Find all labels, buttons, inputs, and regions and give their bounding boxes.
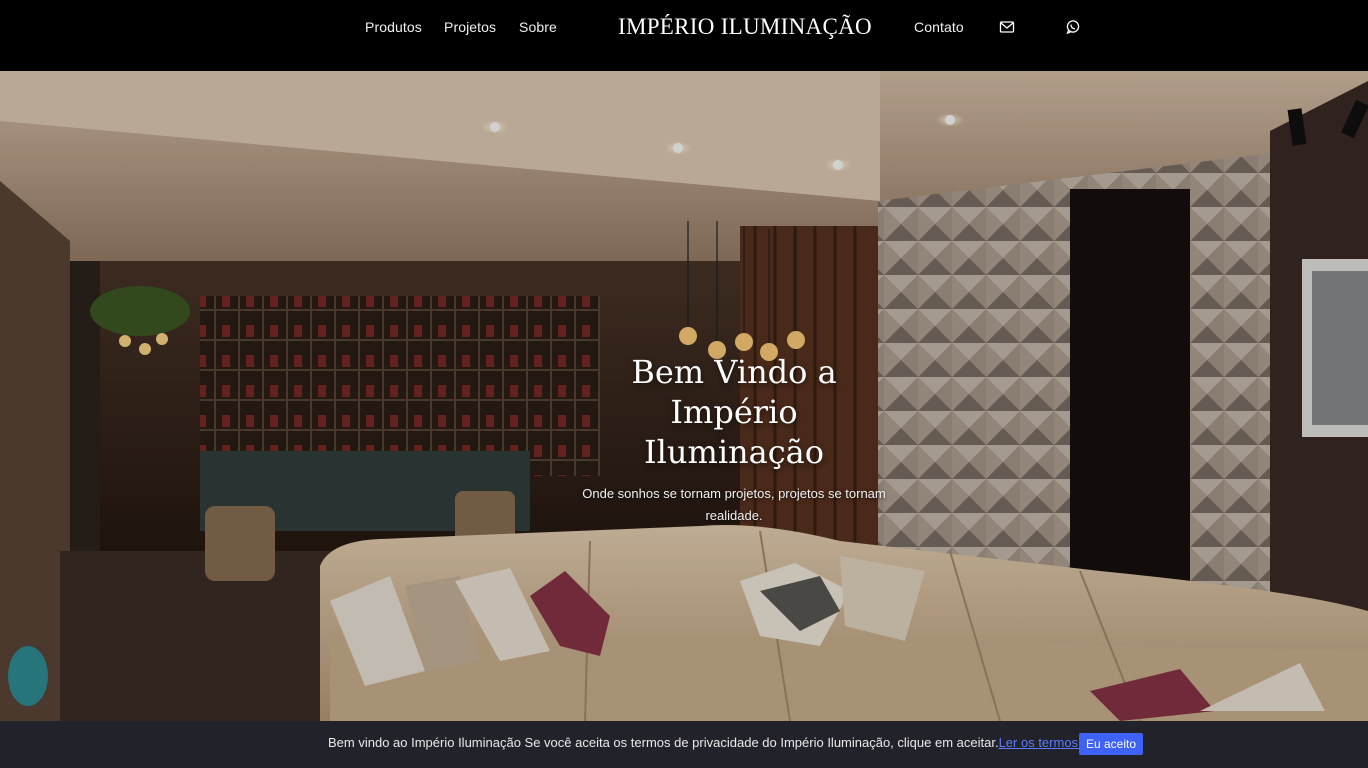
cookie-accept-button[interactable]: Eu aceito: [1079, 733, 1144, 755]
site-header: Produtos Projetos Sobre IMPÉRIO ILUMINAÇ…: [0, 0, 1368, 72]
cookie-message-wrapper: Bem vindo ao Império Iluminação Se você …: [328, 735, 1082, 750]
hero-title-line-2: Império: [670, 393, 798, 431]
hero-title-line-1: Bem Vindo a: [631, 353, 837, 391]
cookie-message: Bem vindo ao Império Iluminação Se você …: [328, 735, 999, 750]
nav-contato[interactable]: Contato: [914, 19, 964, 35]
whatsapp-icon[interactable]: [1065, 19, 1081, 35]
nav-produtos[interactable]: Produtos: [365, 19, 422, 35]
brand-logo[interactable]: IMPÉRIO ILUMINAÇÃO: [618, 14, 872, 40]
cookie-terms-link[interactable]: Ler os termos.: [999, 735, 1082, 750]
nav-projetos[interactable]: Projetos: [444, 19, 496, 35]
cookie-consent-bar: Bem vindo ao Império Iluminação Se você …: [0, 721, 1368, 768]
hero-title-line-3: Iluminação: [643, 433, 824, 471]
hero-title: Bem Vindo a Império Iluminação: [584, 352, 884, 472]
hero-subtitle: Onde sonhos se tornam projetos, projetos…: [582, 486, 886, 523]
hero-banner: Bem Vindo a Império Iluminação Onde sonh…: [0, 71, 1368, 721]
nav-sobre[interactable]: Sobre: [519, 19, 557, 35]
mail-icon[interactable]: [999, 19, 1015, 35]
